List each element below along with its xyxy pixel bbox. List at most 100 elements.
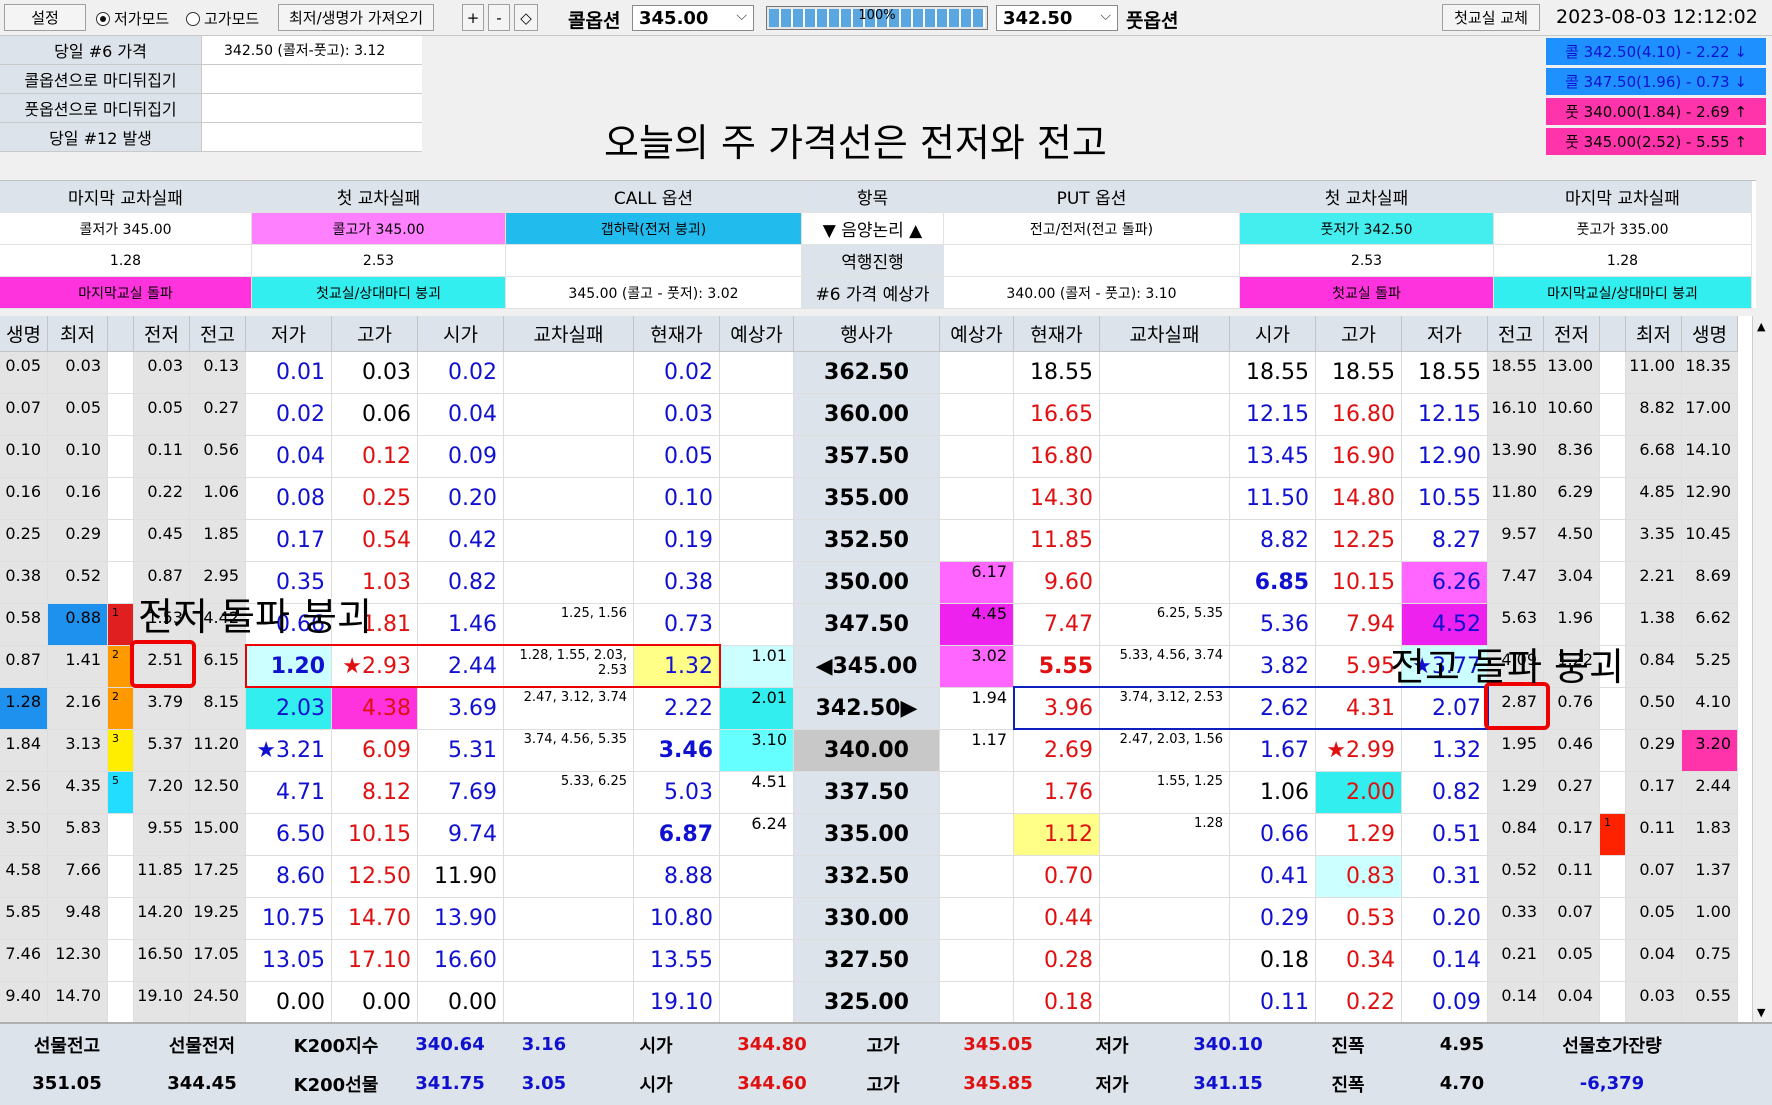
- grid-cell: 1.00: [1682, 898, 1738, 940]
- swap-button[interactable]: 첫교실 교체: [1442, 4, 1540, 31]
- column-header[interactable]: 전저: [1544, 316, 1600, 352]
- column-header[interactable]: 전고: [1488, 316, 1544, 352]
- strike-cell[interactable]: 335.00: [794, 814, 940, 856]
- grid-cell: 4.35: [48, 772, 108, 814]
- grid-cell: 0.82: [418, 562, 504, 604]
- fetch-lowest-button[interactable]: 최저/생명가 가져오기: [278, 4, 434, 31]
- high-mode-radio[interactable]: 고가모드: [186, 8, 259, 29]
- call-option-label: 콜옵션: [568, 10, 621, 32]
- plus-button[interactable]: +: [462, 4, 484, 31]
- grid-cell: 0.75: [1682, 940, 1738, 982]
- info-value: [202, 65, 422, 93]
- column-header[interactable]: [108, 316, 134, 352]
- footer-cell: -6,379: [1579, 1073, 1645, 1094]
- grid-cell: 2.44: [1682, 772, 1738, 814]
- grid-cell: 12.50: [332, 856, 418, 898]
- column-header[interactable]: [1600, 316, 1626, 352]
- grid-cell: [720, 352, 794, 394]
- column-header[interactable]: 현재가: [634, 316, 720, 352]
- grid-cell: [1100, 562, 1230, 604]
- grid-cell: 8.27: [1402, 520, 1488, 562]
- column-header[interactable]: 전고: [190, 316, 246, 352]
- alert-item[interactable]: 콜 347.50(1.96) - 0.73 ↓: [1546, 68, 1766, 95]
- strike-cell[interactable]: 355.00: [794, 478, 940, 520]
- footer-cell: 4.70: [1439, 1073, 1485, 1094]
- footer-cell: 진폭: [1331, 1035, 1365, 1057]
- chevron-down-icon[interactable]: ▼: [1757, 1006, 1765, 1019]
- low-mode-radio[interactable]: 저가모드: [96, 8, 169, 29]
- strike-cell[interactable]: 347.50: [794, 604, 940, 646]
- column-header[interactable]: 저가: [246, 316, 332, 352]
- grid-cell: 8.82: [1626, 394, 1682, 436]
- chevron-up-icon[interactable]: ▲: [1757, 320, 1765, 333]
- strike-cell[interactable]: 342.50▶: [794, 688, 940, 730]
- grid-cell: 0.03: [634, 394, 720, 436]
- grid-cell: 0.14: [1402, 940, 1488, 982]
- column-header[interactable]: 생명: [0, 316, 48, 352]
- grid-cell: 0.17: [1544, 814, 1600, 856]
- column-header[interactable]: 시가: [1230, 316, 1316, 352]
- column-header[interactable]: 고가: [1316, 316, 1402, 352]
- grid-cell: 1.17: [940, 730, 1014, 772]
- strike-cell[interactable]: ◀345.00: [794, 646, 940, 688]
- column-header[interactable]: 시가: [418, 316, 504, 352]
- diamond-button[interactable]: ◇: [514, 4, 538, 31]
- summary-cell: [506, 245, 802, 277]
- summary-cell: 마지막 교차실패: [0, 181, 252, 213]
- grid-cell: 3.69: [418, 688, 504, 730]
- summary-column: 첫 교차실패 콜고가 345.00 2.53 첫교실/상대마디 붕괴: [252, 181, 506, 309]
- column-header[interactable]: 최저: [1626, 316, 1682, 352]
- footer-cell: 3.05: [521, 1073, 567, 1094]
- summary-cell: 340.00 (콜저 - 풋고): 3.10: [944, 277, 1240, 309]
- grid-cell: 16.65: [1014, 394, 1100, 436]
- column-header[interactable]: 생명: [1682, 316, 1738, 352]
- grid-cell: 18.55: [1316, 352, 1402, 394]
- column-header[interactable]: 현재가: [1014, 316, 1100, 352]
- grid-cell: 11.20: [190, 730, 246, 772]
- scrollbar[interactable]: ▲ ▼: [1752, 316, 1772, 1023]
- grid-cell: [1600, 478, 1626, 520]
- column-header[interactable]: 교차실패: [504, 316, 634, 352]
- strike-cell[interactable]: 362.50: [794, 352, 940, 394]
- column-header[interactable]: 교차실패: [1100, 316, 1230, 352]
- strike-cell[interactable]: 360.00: [794, 394, 940, 436]
- grid-cell: [940, 856, 1014, 898]
- strike-cell[interactable]: 340.00: [794, 730, 940, 772]
- grid-cell: 13.90: [1488, 436, 1544, 478]
- put-option-select[interactable]: 342.50 ⌵: [996, 5, 1118, 31]
- footer-cell: 저가: [1095, 1035, 1129, 1057]
- grid-cell: 1: [108, 604, 134, 646]
- column-header[interactable]: 행사가: [794, 316, 940, 352]
- grid-cell: 0.18: [1014, 982, 1100, 1024]
- column-header[interactable]: 최저: [48, 316, 108, 352]
- column-header[interactable]: 저가: [1402, 316, 1488, 352]
- alert-item[interactable]: 풋 340.00(1.84) - 2.69 ↑: [1546, 98, 1766, 125]
- grid-cell: 0.33: [1488, 898, 1544, 940]
- grid-cell: 0.17: [1626, 772, 1682, 814]
- alert-item[interactable]: 풋 345.00(2.52) - 5.55 ↑: [1546, 128, 1766, 155]
- minus-button[interactable]: -: [488, 4, 510, 31]
- strike-cell[interactable]: 330.00: [794, 898, 940, 940]
- column-header[interactable]: 예상가: [720, 316, 794, 352]
- grid-cell: 1.32: [1402, 730, 1488, 772]
- strike-cell[interactable]: 325.00: [794, 982, 940, 1024]
- grid-cell: 2.00: [1316, 772, 1402, 814]
- grid-cell: 6.25, 5.35: [1100, 604, 1230, 646]
- settings-button[interactable]: 설정: [4, 4, 86, 31]
- grid-cell: [1100, 940, 1230, 982]
- column-header[interactable]: 예상가: [940, 316, 1014, 352]
- strike-cell[interactable]: 332.50: [794, 856, 940, 898]
- strike-cell[interactable]: 327.50: [794, 940, 940, 982]
- strike-cell[interactable]: 357.50: [794, 436, 940, 478]
- column-header[interactable]: 전저: [134, 316, 190, 352]
- grid-cell: 2.22: [634, 688, 720, 730]
- grid-cell: 1.83: [1682, 814, 1738, 856]
- strike-cell[interactable]: 352.50: [794, 520, 940, 562]
- column-header[interactable]: 고가: [332, 316, 418, 352]
- strike-cell[interactable]: 337.50: [794, 772, 940, 814]
- strike-cell[interactable]: 350.00: [794, 562, 940, 604]
- alert-item[interactable]: 콜 342.50(4.10) - 2.22 ↓: [1546, 38, 1766, 65]
- call-option-select[interactable]: 345.00 ⌵: [632, 5, 754, 31]
- footer-cell: 고가: [866, 1074, 900, 1096]
- grid-cell: 1.76: [1014, 772, 1100, 814]
